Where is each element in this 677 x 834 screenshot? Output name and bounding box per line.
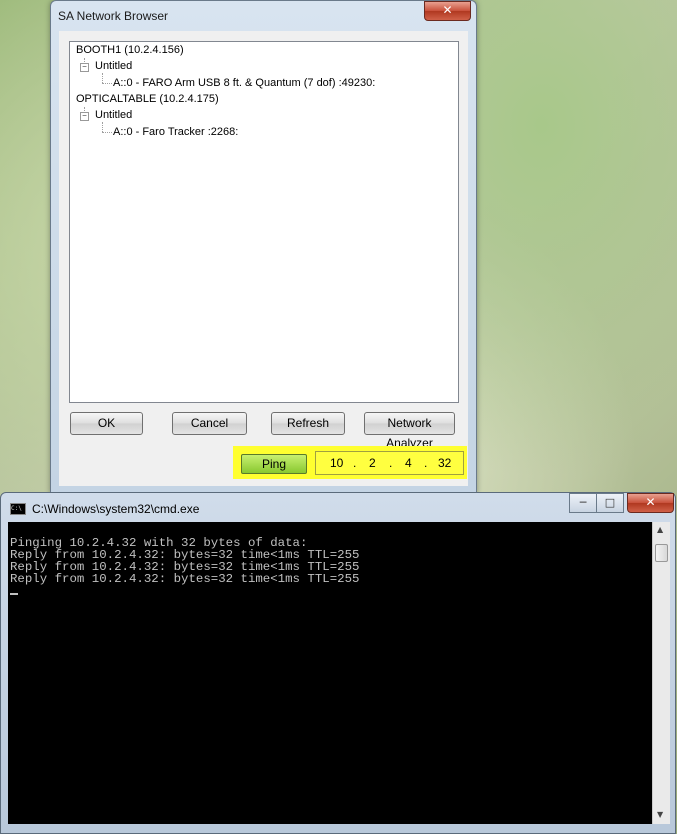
console-icon: C:\ bbox=[10, 503, 26, 515]
cancel-button[interactable]: Cancel bbox=[172, 412, 247, 435]
ip-dot: . bbox=[389, 456, 393, 470]
network-browser-window: SA Network Browser ✕ BOOTH1 (10.2.4.156)… bbox=[50, 0, 477, 494]
ping-button[interactable]: Ping bbox=[241, 454, 307, 474]
minimize-button[interactable]: ─ bbox=[569, 493, 597, 513]
maximize-button[interactable]: □ bbox=[596, 493, 624, 513]
tree-node-host[interactable]: OPTICALTABLE (10.2.4.175) bbox=[76, 93, 219, 105]
window-title: SA Network Browser bbox=[58, 9, 169, 23]
ip-octet-1[interactable]: 10 bbox=[330, 456, 343, 470]
dialog-client-area: BOOTH1 (10.2.4.156) − Untitled A::0 - FA… bbox=[59, 31, 468, 486]
ok-button[interactable]: OK bbox=[70, 412, 143, 435]
ip-dot: . bbox=[353, 456, 357, 470]
console-line: Reply from 10.2.4.32: bytes=32 time<1ms … bbox=[10, 572, 360, 586]
tree-node-device[interactable]: A::0 - Faro Tracker :2268: bbox=[113, 126, 238, 138]
ip-octet-3[interactable]: 4 bbox=[405, 456, 412, 470]
collapse-icon[interactable]: − bbox=[80, 112, 89, 121]
window-title: C:\Windows\system32\cmd.exe bbox=[32, 502, 200, 516]
ip-octet-2[interactable]: 2 bbox=[369, 456, 376, 470]
vertical-scrollbar[interactable]: ▲ ▼ bbox=[652, 522, 670, 824]
scroll-down-icon[interactable]: ▼ bbox=[657, 810, 663, 819]
network-tree[interactable]: BOOTH1 (10.2.4.156) − Untitled A::0 - FA… bbox=[69, 41, 459, 403]
ip-dot: . bbox=[424, 456, 428, 470]
scroll-thumb[interactable] bbox=[655, 544, 668, 562]
ip-octet-4[interactable]: 32 bbox=[438, 456, 451, 470]
tree-connector bbox=[102, 73, 103, 83]
network-analyzer-button[interactable]: Network Analyzer bbox=[364, 412, 455, 450]
tree-node-host[interactable]: BOOTH1 (10.2.4.156) bbox=[76, 44, 184, 56]
console-output[interactable]: Pinging 10.2.4.32 with 32 bytes of data:… bbox=[8, 522, 652, 824]
refresh-button[interactable]: Refresh bbox=[271, 412, 345, 435]
tree-connector bbox=[102, 83, 112, 84]
scroll-up-icon[interactable]: ▲ bbox=[657, 525, 663, 534]
tree-node-device[interactable]: A::0 - FARO Arm USB 8 ft. & Quantum (7 d… bbox=[113, 77, 375, 89]
tree-node-project[interactable]: Untitled bbox=[95, 109, 132, 121]
collapse-icon[interactable]: − bbox=[80, 63, 89, 72]
ping-panel: Ping 10 . 2 . 4 . 32 bbox=[233, 446, 467, 479]
ip-address-field[interactable]: 10 . 2 . 4 . 32 bbox=[315, 451, 464, 475]
tree-node-project[interactable]: Untitled bbox=[95, 60, 132, 72]
close-button[interactable]: ✕ bbox=[424, 1, 471, 21]
close-button[interactable]: ✕ bbox=[627, 493, 674, 513]
tree-connector bbox=[102, 132, 112, 133]
tree-connector bbox=[102, 122, 103, 132]
text-cursor bbox=[10, 593, 18, 595]
cmd-window: C:\ C:\Windows\system32\cmd.exe ─ □ ✕ Pi… bbox=[0, 492, 676, 834]
